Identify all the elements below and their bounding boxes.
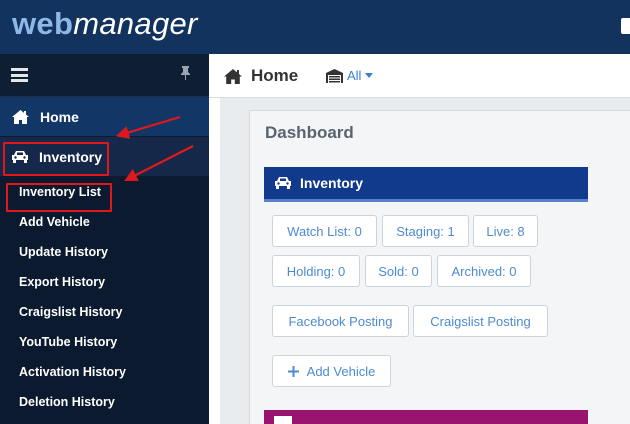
sidebar-subitem-craigslist-history[interactable]: Craigslist History: [0, 297, 209, 327]
inventory-card-title: Inventory: [300, 175, 364, 191]
plus-icon: [287, 365, 299, 377]
add-vehicle-button[interactable]: Add Vehicle: [272, 355, 391, 387]
sidebar-item-home[interactable]: Home: [0, 97, 209, 137]
facebook-posting-button[interactable]: Facebook Posting: [272, 305, 409, 337]
sidebar-item-label: Home: [40, 108, 79, 125]
location-filter-dropdown[interactable]: All: [326, 68, 374, 83]
content-header: Home All: [209, 54, 630, 98]
user-menu-icon[interactable]: [621, 18, 630, 34]
pin-icon[interactable]: [180, 66, 191, 83]
breadcrumb-home-label: Home: [251, 66, 299, 85]
live-button[interactable]: Live: 8: [473, 215, 538, 247]
garage-icon: [326, 68, 343, 83]
sidebar-item-label: Inventory: [39, 148, 103, 165]
top-bar: webmanager: [0, 0, 630, 54]
sidebar-subitem-deletion-history[interactable]: Deletion History: [0, 387, 209, 417]
home-icon: [12, 110, 29, 124]
content-gutter: [209, 98, 220, 424]
home-icon: [224, 69, 242, 84]
sidebar-subitem-inventory-list[interactable]: Inventory List: [0, 177, 209, 207]
page-title: Dashboard: [265, 123, 354, 142]
holding-button[interactable]: Holding: 0: [272, 255, 360, 287]
chevron-down-icon: [365, 73, 374, 78]
car-icon: [12, 150, 28, 163]
filter-label: All: [347, 68, 362, 83]
sidebar-toolbar: [0, 54, 209, 97]
watch-list-button[interactable]: Watch List: 0: [272, 215, 377, 247]
sidebar-subitem-export-history[interactable]: Export History: [0, 267, 209, 297]
next-card-header: [264, 410, 588, 424]
inventory-submenu: Inventory List Add Vehicle Update Histor…: [0, 177, 209, 417]
breadcrumb-home[interactable]: Home: [223, 66, 298, 86]
inventory-card-header: Inventory: [264, 167, 588, 202]
car-icon: [275, 177, 291, 189]
logo-web: web: [12, 6, 74, 41]
staging-button[interactable]: Staging: 1: [382, 215, 469, 247]
hamburger-menu-icon[interactable]: [11, 68, 28, 82]
sidebar-subitem-update-history[interactable]: Update History: [0, 237, 209, 267]
archived-button[interactable]: Archived: 0: [437, 255, 531, 287]
sidebar-subitem-activation-history[interactable]: Activation History: [0, 357, 209, 387]
sidebar-subitem-youtube-history[interactable]: YouTube History: [0, 327, 209, 357]
next-card-icon: [274, 416, 292, 424]
sold-button[interactable]: Sold: 0: [365, 255, 432, 287]
sidebar: Home Inventory Inventory List Add Vehicl…: [0, 54, 209, 424]
logo-manager: manager: [73, 6, 198, 41]
sidebar-item-inventory[interactable]: Inventory: [0, 137, 209, 177]
add-vehicle-label: Add Vehicle: [306, 363, 376, 379]
sidebar-subitem-add-vehicle[interactable]: Add Vehicle: [0, 207, 209, 237]
craigslist-posting-button[interactable]: Craigslist Posting: [413, 305, 548, 337]
app-logo[interactable]: webmanager: [12, 6, 198, 42]
